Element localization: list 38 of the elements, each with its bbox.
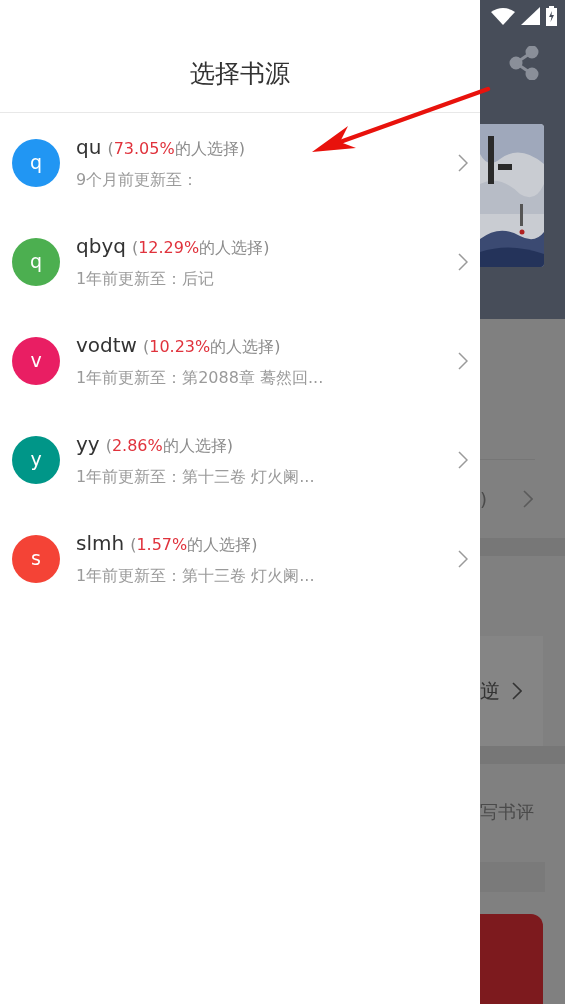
avatar: s: [12, 534, 60, 583]
wifi-icon: [491, 7, 515, 25]
avatar: y: [12, 435, 60, 484]
update-info: 1年前更新至：第十三卷 灯火阑...: [76, 565, 316, 587]
chevron-right-icon: [458, 450, 468, 469]
drawer-title: 选择书源: [190, 58, 290, 90]
source-name: slmh: [76, 530, 125, 555]
source-item[interactable]: y yy (2.86%的人选择) 1年前更新至：第十三卷 灯火阑...: [0, 410, 480, 509]
text-fragment: ): [480, 488, 488, 510]
battery-icon: [546, 6, 557, 26]
source-name: qu: [76, 134, 102, 159]
avatar: q: [12, 138, 60, 187]
selection-share: (12.29%的人选择): [131, 237, 270, 259]
avatar: v: [12, 336, 60, 385]
signal-icon: [521, 7, 540, 25]
chevron-right-icon: [458, 351, 468, 370]
chevron-right-icon: [512, 682, 522, 700]
source-item[interactable]: s slmh (1.57%的人选择) 1年前更新至：第十三卷 灯火阑...: [0, 509, 480, 608]
share-icon[interactable]: [509, 46, 539, 80]
source-name: qbyq: [76, 233, 126, 258]
chevron-right-icon: [458, 153, 468, 172]
selection-share: (2.86%的人选择): [105, 435, 233, 457]
update-info: 9个月前更新至：: [76, 169, 200, 191]
chevron-right-icon: [458, 252, 468, 271]
selection-share: (73.05%的人选择): [107, 138, 245, 160]
source-item[interactable]: q qbyq (12.29%的人选择) 1年前更新至：后记: [0, 212, 480, 311]
source-item[interactable]: v vodtw (10.23%的人选择) 1年前更新至：第2088章 蓦然回...: [0, 311, 480, 410]
avatar: q: [12, 237, 60, 286]
book-title: 逆: [480, 677, 500, 705]
update-info: 1年前更新至：后记: [76, 268, 216, 290]
chevron-right-icon: [523, 490, 534, 508]
source-name: yy: [76, 431, 100, 456]
update-info: 1年前更新至：第2088章 蓦然回...: [76, 367, 325, 389]
selection-share: (10.23%的人选择): [142, 336, 281, 358]
update-info: 1年前更新至：第十三卷 灯火阑...: [76, 466, 316, 488]
selection-share: (1.57%的人选择): [130, 534, 258, 556]
source-name: vodtw: [76, 332, 137, 357]
chevron-right-icon: [458, 549, 468, 568]
